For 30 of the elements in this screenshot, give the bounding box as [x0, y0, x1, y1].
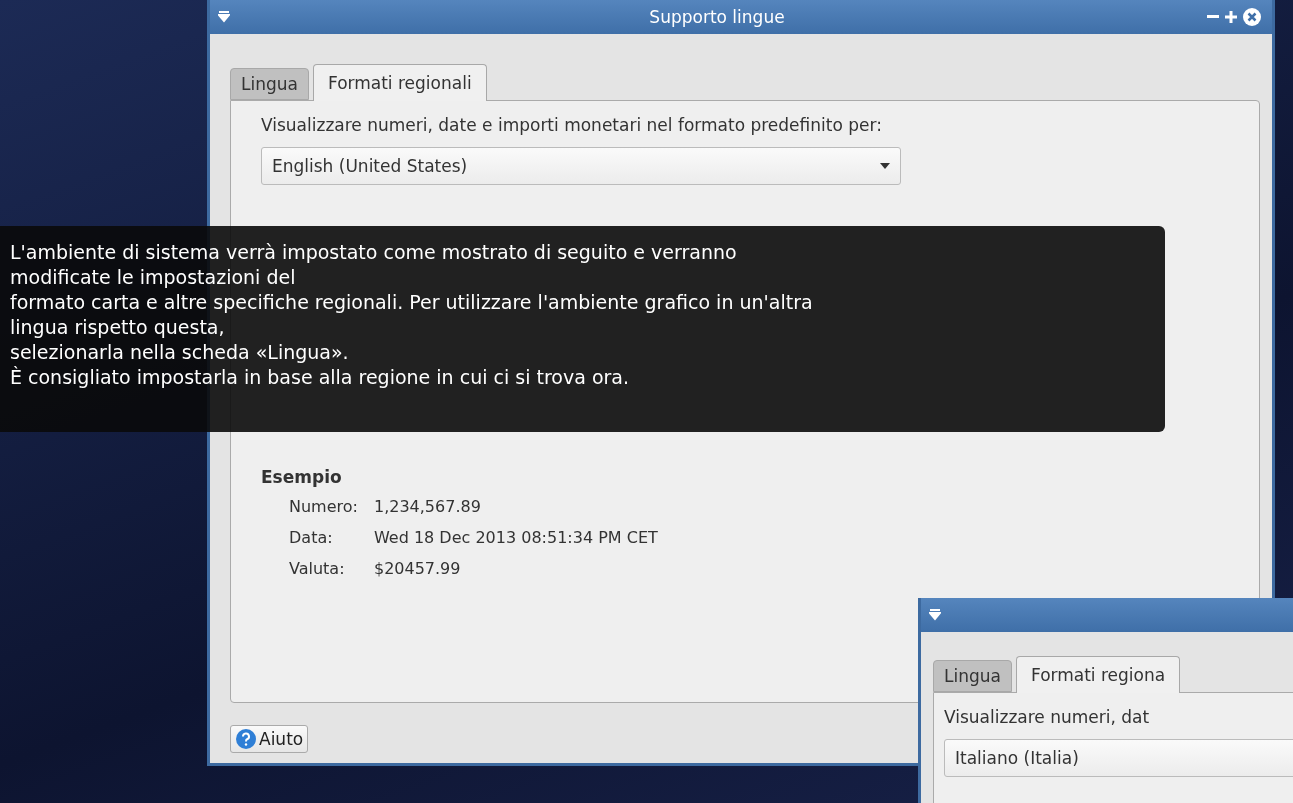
format-prompt: Visualizzare numeri, date e importi monetari nel formato predefinito per:	[261, 115, 883, 135]
tooltip-line: selezionarla nella scheda «Lingua».	[10, 340, 350, 365]
help-icon	[235, 728, 257, 750]
format-dropdown[interactable]: Italiano (Italia)	[944, 739, 1293, 777]
example-label: Valuta:	[289, 559, 346, 578]
maximize-button[interactable]	[1222, 11, 1240, 23]
tab[interactable]: Lingua	[933, 660, 1012, 692]
minimize-button[interactable]	[1204, 15, 1222, 19]
tooltip-line: È consigliato impostarla in base alla regione in cui ci si trova ora.	[10, 365, 630, 390]
help-button[interactable]: Aiuto	[230, 725, 309, 753]
tooltip-line: L'ambiente di sistema verrà impostato come mostrato di seguito e verranno	[10, 240, 738, 265]
caret-icon	[880, 163, 890, 169]
format-prompt: Visualizzare numeri, dat	[944, 707, 1151, 727]
example-heading: Esempio	[261, 467, 343, 487]
tooltip-line: formato carta e altre specifiche regionali. Per utilizzare l'ambiente grafico in un'altra	[10, 290, 814, 315]
tab[interactable]: Formati regionali	[312, 64, 487, 101]
example-value: 1,234,567.89	[373, 497, 482, 516]
example-label: Data:	[289, 528, 334, 547]
tooltip-line: lingua rispetto questa,	[10, 315, 226, 340]
window-title: Supporto lingue	[648, 7, 786, 27]
window-menu-icon[interactable]	[218, 11, 230, 23]
tab[interactable]: Lingua	[230, 68, 309, 100]
tab[interactable]: Formati regiona	[1015, 656, 1181, 693]
example-value: $20457.99	[373, 559, 462, 578]
close-button[interactable]	[1240, 8, 1264, 26]
example-label: Numero:	[289, 497, 358, 516]
window-menu-icon[interactable]	[929, 609, 941, 621]
tooltip-line: modificate le impostazioni del	[10, 265, 297, 290]
format-dropdown[interactable]: English (United States)	[261, 147, 901, 185]
example-value: Wed 18 Dec 2013 08:51:34 PM CET	[373, 528, 658, 547]
